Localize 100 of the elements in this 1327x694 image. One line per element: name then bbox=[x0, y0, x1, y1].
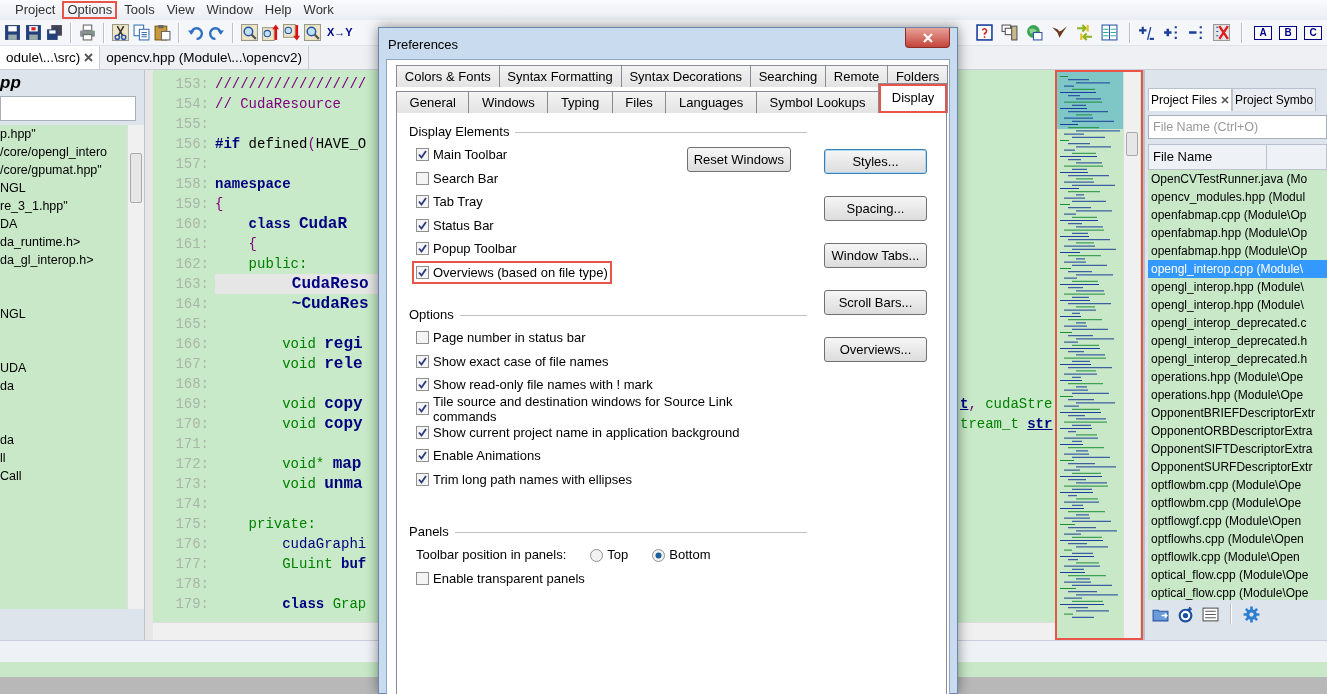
scissors-icon[interactable] bbox=[112, 24, 129, 41]
file-row[interactable]: optflowlk.cpp (Module\Open bbox=[1148, 548, 1327, 566]
bookmark-button[interactable]: C bbox=[1304, 25, 1322, 40]
bookmark-button[interactable]: B bbox=[1279, 25, 1297, 40]
dialog-tab[interactable]: Symbol Lookups bbox=[755, 91, 880, 113]
search-field[interactable]: File Name (Ctrl+O) bbox=[1148, 115, 1327, 139]
symbol-item[interactable]: da_runtime.h> bbox=[0, 233, 119, 251]
search-up-icon[interactable] bbox=[262, 24, 279, 41]
checkbox[interactable] bbox=[416, 242, 429, 256]
symbol-item[interactable]: NGL bbox=[0, 305, 119, 323]
file-row[interactable]: opengl_interop.hpp (Module\ bbox=[1148, 296, 1327, 314]
close-icon[interactable] bbox=[1221, 96, 1230, 104]
checkbox[interactable] bbox=[416, 218, 429, 232]
printer-icon[interactable] bbox=[79, 24, 96, 41]
dialog-tab[interactable]: Colors & Fonts bbox=[396, 65, 500, 87]
clear-icon[interactable] bbox=[1213, 24, 1230, 41]
dialog-button[interactable]: Styles... bbox=[824, 149, 927, 174]
replace-button[interactable]: X→Y bbox=[325, 24, 355, 41]
file-row[interactable]: optflowgf.cpp (Module\Open bbox=[1148, 512, 1327, 530]
dialog-tab[interactable]: General bbox=[396, 91, 470, 113]
help-icon[interactable] bbox=[976, 24, 993, 41]
file-row[interactable]: optical_flow.cpp (Module\Ope bbox=[1148, 566, 1327, 584]
plus-minus-icon[interactable] bbox=[1138, 24, 1155, 41]
file-row[interactable]: OpponentSIFTDescriptorExtra bbox=[1148, 440, 1327, 458]
redo-icon[interactable] bbox=[208, 24, 225, 41]
menu-item[interactable]: Tools bbox=[119, 1, 160, 19]
file-row[interactable]: openfabmap.cpp (Module\Op bbox=[1148, 206, 1327, 224]
checkbox[interactable] bbox=[416, 265, 429, 279]
floppy-icon[interactable] bbox=[25, 24, 42, 41]
close-button[interactable] bbox=[905, 28, 950, 48]
undo-icon[interactable] bbox=[187, 24, 204, 41]
symbol-item[interactable]: UDA bbox=[0, 359, 119, 377]
dialog-tab[interactable]: Syntax Formatting bbox=[498, 65, 622, 87]
menu-item[interactable]: Help bbox=[259, 1, 297, 19]
file-row[interactable]: OpponentSURFDescriptorExtr bbox=[1148, 458, 1327, 476]
file-row[interactable]: operations.hpp (Module\Ope bbox=[1148, 368, 1327, 386]
reset-button[interactable]: Reset Windows bbox=[686, 147, 791, 172]
file-row[interactable]: optical_flow.cpp (Module\Ope bbox=[1148, 584, 1327, 600]
collapse-icon[interactable] bbox=[1188, 24, 1205, 41]
menu-item[interactable]: Work bbox=[298, 1, 339, 19]
symbol-item[interactable]: re_3_1.hpp" bbox=[0, 197, 119, 215]
symbol-item[interactable]: /core/opengl_intero bbox=[0, 143, 119, 161]
project-add-icon[interactable] bbox=[1177, 605, 1194, 623]
file-row[interactable]: opengl_interop_deprecated.c bbox=[1148, 314, 1327, 332]
file-row[interactable]: opengl_interop.hpp (Module\ bbox=[1148, 278, 1327, 296]
menu-item[interactable]: Options bbox=[62, 1, 118, 19]
file-row[interactable]: OpponentORBDescriptorExtra bbox=[1148, 422, 1327, 440]
symbol-item[interactable]: ll bbox=[0, 449, 119, 467]
dialog-tab[interactable]: Typing bbox=[547, 91, 613, 113]
file-row[interactable]: OpenCVTestRunner.java (Mo bbox=[1148, 170, 1327, 188]
search-down-icon[interactable] bbox=[283, 24, 300, 41]
menu-item[interactable]: Window bbox=[201, 1, 258, 19]
radio-button[interactable] bbox=[652, 548, 666, 562]
radio-button[interactable] bbox=[590, 548, 604, 562]
menu-item[interactable]: View bbox=[161, 1, 200, 19]
file-row[interactable]: OpponentBRIEFDescriptorExtr bbox=[1148, 404, 1327, 422]
copy-icon[interactable] bbox=[133, 24, 150, 41]
search-icon[interactable] bbox=[241, 24, 258, 41]
checkbox[interactable] bbox=[416, 195, 429, 209]
bookmark-button[interactable]: A bbox=[1254, 25, 1272, 40]
checkbox[interactable] bbox=[416, 402, 429, 415]
file-tab[interactable]: opencv.hpp (Module\...\opencv2) bbox=[100, 46, 309, 69]
save-all-icon[interactable] bbox=[46, 24, 63, 41]
file-tab[interactable]: odule\...\src) bbox=[0, 46, 101, 69]
windows-icon[interactable] bbox=[1001, 24, 1018, 41]
search-field[interactable] bbox=[0, 96, 136, 121]
dialog-tab[interactable]: Files bbox=[611, 91, 667, 113]
file-row[interactable]: optflowbm.cpp (Module\Ope bbox=[1148, 476, 1327, 494]
search-icon[interactable] bbox=[304, 24, 321, 41]
checkbox[interactable] bbox=[416, 354, 429, 368]
floppy-icon[interactable] bbox=[4, 24, 21, 41]
checkbox[interactable] bbox=[416, 425, 429, 439]
scrollbar[interactable] bbox=[127, 125, 144, 609]
close-icon[interactable] bbox=[84, 53, 94, 62]
list-icon[interactable] bbox=[1202, 605, 1219, 623]
checkbox[interactable] bbox=[416, 171, 429, 185]
dialog-tab[interactable]: Searching bbox=[749, 65, 826, 87]
symbol-item[interactable]: Call bbox=[0, 467, 119, 485]
checkbox[interactable] bbox=[416, 148, 429, 162]
scrollbar[interactable] bbox=[1123, 72, 1140, 638]
file-row[interactable]: opencv_modules.hpp (Modul bbox=[1148, 188, 1327, 206]
symbol-item[interactable]: p.hpp" bbox=[0, 125, 119, 143]
dialog-button[interactable]: Scroll Bars... bbox=[824, 290, 927, 315]
checkbox[interactable] bbox=[416, 331, 429, 345]
file-row[interactable]: optflowbm.cpp (Module\Ope bbox=[1148, 494, 1327, 512]
dialog-tab[interactable]: Languages bbox=[665, 91, 757, 113]
symbol-item[interactable]: da bbox=[0, 377, 119, 395]
file-row[interactable]: openfabmap.hpp (Module\Op bbox=[1148, 242, 1327, 260]
checkbox[interactable] bbox=[416, 449, 429, 463]
dialog-tab[interactable]: Display bbox=[878, 83, 948, 113]
file-row[interactable]: operations.hpp (Module\Ope bbox=[1148, 386, 1327, 404]
dialog-tab[interactable]: Windows bbox=[468, 91, 549, 113]
settings-icon[interactable] bbox=[1243, 605, 1260, 623]
symbol-item[interactable]: NGL bbox=[0, 179, 119, 197]
bird-icon[interactable] bbox=[1051, 24, 1068, 41]
file-row[interactable]: opengl_interop_deprecated.h bbox=[1148, 332, 1327, 350]
checkbox[interactable] bbox=[416, 572, 429, 586]
checkbox[interactable] bbox=[416, 378, 429, 392]
split-view-icon[interactable] bbox=[1101, 24, 1118, 41]
dialog-tab[interactable]: Syntax Decorations bbox=[620, 65, 751, 87]
